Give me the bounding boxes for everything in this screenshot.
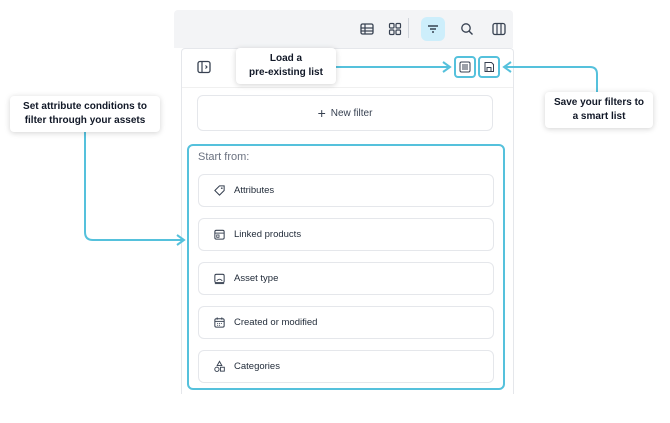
option-categories[interactable]: Categories: [198, 350, 494, 383]
load-list-button[interactable]: [454, 56, 476, 78]
grid-icon: [388, 22, 402, 36]
toolbar-divider: [408, 18, 409, 38]
option-label: Created or modified: [234, 317, 318, 328]
save-icon: [484, 62, 494, 72]
option-label: Asset type: [234, 273, 279, 284]
calendar-icon: [213, 316, 226, 329]
new-filter-button[interactable]: + New filter: [197, 95, 493, 131]
table-icon: [360, 23, 374, 35]
columns-button[interactable]: [487, 17, 511, 41]
search-icon: [461, 23, 473, 35]
save-smart-list-button[interactable]: [478, 56, 500, 78]
option-attributes[interactable]: Attributes: [198, 174, 494, 207]
columns-icon: [492, 22, 506, 36]
option-label: Linked products: [234, 229, 302, 240]
asset-icon: [213, 272, 226, 285]
grid-view-button[interactable]: [383, 17, 407, 41]
filter-button[interactable]: [421, 17, 445, 41]
calendar-box-icon: [213, 228, 226, 241]
callout-line: Load a: [269, 53, 303, 64]
tag-icon: [213, 184, 226, 197]
option-label: Attributes: [234, 185, 275, 196]
table-view-button[interactable]: [355, 17, 379, 41]
set-conditions-connector: [84, 132, 182, 241]
search-button[interactable]: [455, 17, 479, 41]
filter-icon: [428, 25, 438, 33]
save-filters-callout: Save your filters to a smart list: [545, 92, 653, 128]
load-list-callout: Load a pre-existing list: [236, 48, 336, 84]
shapes-icon: [213, 360, 226, 373]
option-asset-type[interactable]: Asset type: [198, 262, 494, 295]
callout-line: Set attribute conditions to: [23, 101, 147, 112]
start-from-label: Start from:: [198, 151, 250, 163]
set-conditions-callout: Set attribute conditions to filter throu…: [10, 96, 160, 132]
callout-line: filter through your assets: [24, 115, 146, 126]
new-filter-label: New filter: [330, 107, 373, 119]
sidebar-toggle-button[interactable]: [196, 59, 212, 75]
plus-icon: +: [317, 105, 326, 121]
callout-line: Save your filters to: [553, 97, 645, 108]
sidebar-icon: [197, 60, 211, 74]
list-icon: [459, 61, 471, 73]
callout-line: a smart list: [572, 111, 626, 122]
option-created-or-modified[interactable]: Created or modified: [198, 306, 494, 339]
option-linked-products[interactable]: Linked products: [198, 218, 494, 251]
callout-line: pre-existing list: [249, 67, 323, 78]
option-label: Categories: [234, 361, 280, 372]
